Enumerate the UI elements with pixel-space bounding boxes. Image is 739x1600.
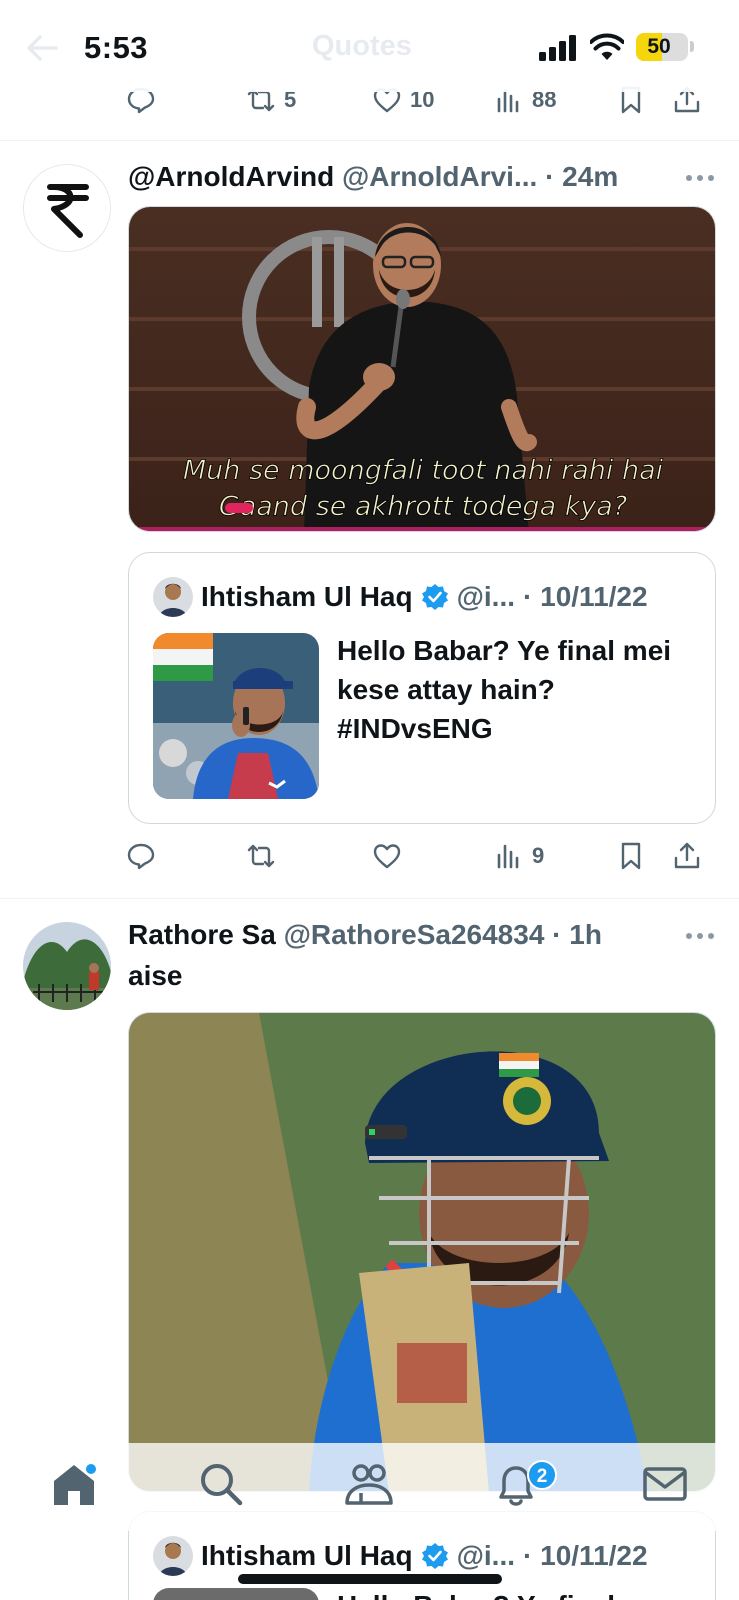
heart-icon	[373, 844, 401, 869]
bottom-tab-bar	[0, 1443, 739, 1531]
quote-author-handle: @i...	[456, 1540, 516, 1571]
reply-icon	[127, 843, 155, 870]
rupee-avatar-image	[24, 165, 110, 251]
status-time: 5:53	[84, 30, 149, 65]
battery-cap	[690, 41, 694, 52]
home-indicator[interactable]	[238, 1574, 502, 1584]
avatar[interactable]	[23, 164, 111, 252]
quote-header: Ihtisham Ul Haq @i... · 10/11/22	[153, 1534, 648, 1578]
views-button[interactable]: 9	[494, 836, 544, 876]
back-arrow-icon[interactable]	[22, 28, 62, 68]
tweet-header: @ArnoldArvind @ArnoldArvi... · 24m	[128, 157, 618, 197]
communities-icon[interactable]	[344, 1459, 394, 1509]
wifi-icon	[590, 33, 624, 60]
quote-thumbnail	[153, 633, 319, 799]
quote-thumbnail	[153, 1588, 319, 1600]
image-caption-line2: Gaand se akhrott todega kya?	[219, 491, 627, 522]
quoted-tweet[interactable]: Ihtisham Ul Haq @i... · 10/11/22 Hello B…	[128, 552, 716, 824]
verified-badge-icon	[421, 1543, 448, 1569]
quote-author-name: Ihtisham Ul Haq	[201, 581, 413, 612]
status-bar: Quotes 5:53 50	[0, 0, 739, 92]
divider	[0, 140, 739, 141]
cricketer-photo	[129, 1013, 715, 1491]
signal-icon	[539, 35, 576, 61]
verified-badge-icon	[421, 584, 448, 610]
retweet-icon	[247, 844, 275, 868]
tweet-actions: 9	[126, 836, 716, 876]
tweet-media-image[interactable]	[128, 1012, 716, 1492]
author-handle[interactable]: @ArnoldArvi...	[342, 161, 537, 192]
mail-icon[interactable]	[640, 1459, 690, 1509]
image-caption-line1: Muh se moongfali toot nahi rahi hai	[183, 455, 664, 486]
views-count: 9	[532, 843, 545, 868]
tweet-media-image[interactable]: Muh se moongfali toot nahi rahi hai Gaan…	[128, 206, 716, 532]
garden-avatar-image	[23, 922, 111, 1010]
quote-time: · 10/11/22	[523, 581, 648, 612]
author-name[interactable]: @ArnoldArvind	[128, 161, 334, 192]
battery-indicator: 50	[636, 33, 688, 61]
quote-author-handle: @i...	[456, 581, 516, 612]
comedian-photo: Muh se moongfali toot nahi rahi hai Gaan…	[129, 207, 715, 531]
quote-header: Ihtisham Ul Haq @i... · 10/11/22	[153, 575, 648, 619]
page-title: Quotes	[312, 30, 412, 62]
views-icon	[497, 844, 519, 869]
notifications-badge: 2	[527, 1460, 557, 1490]
more-icon[interactable]	[684, 930, 716, 942]
quote-text: Hello Babar? Ye final	[337, 1586, 697, 1600]
author-name[interactable]: Rathore Sa	[128, 919, 276, 950]
bookmark-button[interactable]	[616, 836, 646, 876]
tweet-time: · 24m	[545, 161, 619, 192]
share-button[interactable]	[672, 836, 702, 876]
author-handle[interactable]: @RathoreSa264834	[284, 919, 545, 950]
quote-author-name: Ihtisham Ul Haq	[201, 1540, 413, 1571]
reply-button[interactable]	[126, 836, 156, 876]
tweet-time: · 1h	[552, 919, 602, 950]
quote-time: · 10/11/22	[523, 1540, 648, 1571]
more-icon[interactable]	[684, 172, 716, 184]
retweet-button[interactable]	[246, 836, 276, 876]
search-icon[interactable]	[196, 1459, 246, 1509]
tweet-text: aise	[128, 960, 183, 991]
avatar[interactable]	[23, 922, 111, 1010]
quote-avatar	[153, 1536, 193, 1576]
share-icon	[674, 842, 700, 869]
divider	[0, 898, 739, 899]
quote-avatar	[153, 577, 193, 617]
quote-text: Hello Babar? Ye final mei kese attay hai…	[337, 635, 672, 744]
home-unread-dot	[84, 1462, 98, 1476]
tweet-header: Rathore Sa @RathoreSa264834 · 1h	[128, 915, 602, 955]
bookmark-icon	[621, 842, 641, 870]
battery-level-text: 50	[647, 35, 671, 58]
like-button[interactable]	[372, 836, 402, 876]
